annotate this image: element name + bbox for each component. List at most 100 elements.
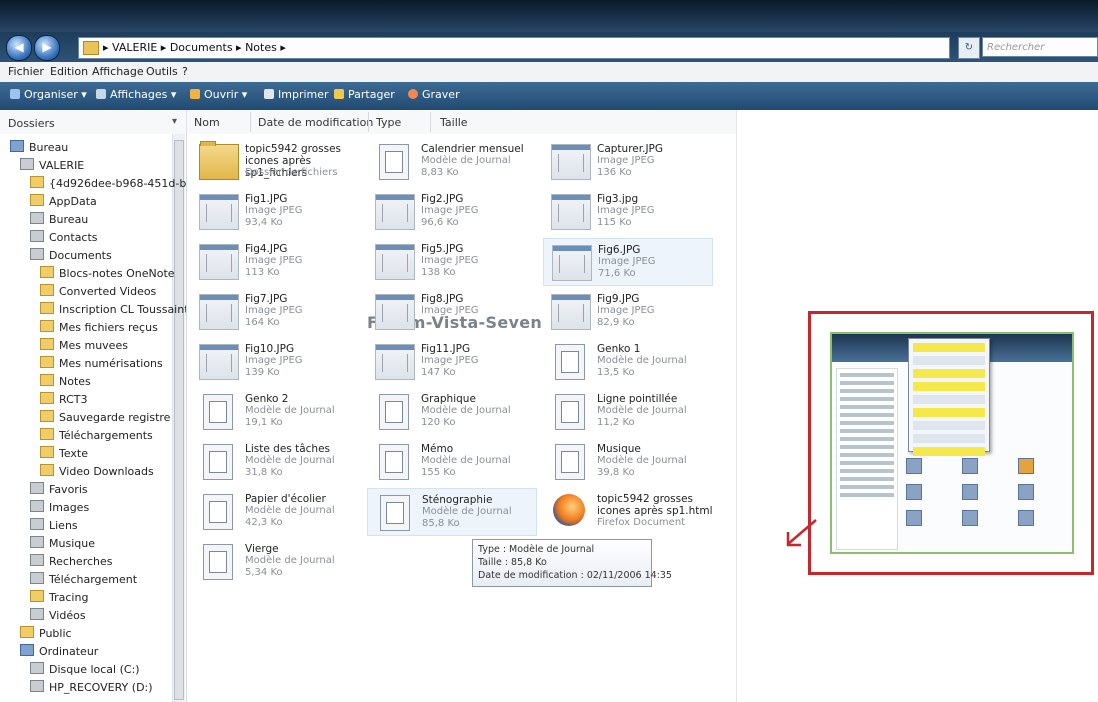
menu-help[interactable]: ? [182,65,188,78]
tree-item[interactable]: RCT3 [40,392,88,410]
folders-header[interactable]: Dossiers ▾ [0,110,187,134]
chevron-down-icon[interactable]: ▾ [172,116,177,127]
forward-icon[interactable]: ▶ [34,35,60,61]
file-item[interactable]: Genko 1 Modèle de Journal 13,5 Ko [543,338,713,386]
tree-item[interactable]: Documents [30,248,112,266]
file-item[interactable]: Vierge Modèle de Journal 5,34 Ko [191,538,361,586]
file-item[interactable]: Fig11.JPG Image JPEG 147 Ko [367,338,537,386]
image-thumbnail-icon [199,194,239,230]
address-field[interactable]: ▸ VALERIE ▸ Documents ▸ Notes ▸ [78,37,950,59]
tree-item[interactable]: AppData [30,194,97,212]
tree-item[interactable]: Converted Videos [40,284,156,302]
file-item[interactable]: Sténographie Modèle de Journal 85,8 Ko [367,488,537,536]
tree-item[interactable]: Téléchargements [40,428,153,446]
scroll-thumb[interactable] [174,140,184,700]
folder-icon [40,428,54,440]
file-item[interactable]: Fig2.JPG Image JPEG 96,6 Ko [367,188,537,236]
file-item[interactable]: Musique Modèle de Journal 39,8 Ko [543,438,713,486]
affichages-button[interactable]: Affichages ▾ [96,88,176,101]
file-item[interactable]: Fig9.JPG Image JPEG 82,9 Ko [543,288,713,336]
file-item[interactable]: Fig7.JPG Image JPEG 164 Ko [191,288,361,336]
graver-button[interactable]: Graver [408,88,460,101]
tree-scrollbar[interactable] [172,134,185,702]
file-item[interactable]: Fig1.JPG Image JPEG 93,4 Ko [191,188,361,236]
tree-item[interactable]: Public [20,626,72,644]
file-item[interactable]: Genko 2 Modèle de Journal 19,1 Ko [191,388,361,436]
tree-item[interactable]: HP_RECOVERY (D:) [30,680,153,698]
folder-tree[interactable]: Bureau VALERIE {4d926dee-b968-451d-bd2 AppD… [0,134,187,702]
tree-item[interactable]: Bureau [10,140,68,158]
imprimer-button[interactable]: Imprimer [264,88,329,101]
file-item[interactable]: Fig6.JPG Image JPEG 71,6 Ko [543,238,713,286]
breadcrumb-item[interactable]: Documents [170,41,233,54]
file-item[interactable]: Fig10.JPG Image JPEG 139 Ko [191,338,361,386]
tree-item[interactable]: Video Downloads [40,464,154,482]
tree-item[interactable]: Favoris [30,482,88,500]
tree-item[interactable]: Vidéos [30,608,86,626]
column-date[interactable]: Date de modification [258,116,373,129]
tree-item[interactable]: Notes [40,374,91,392]
tree-item[interactable]: Mes fichiers reçus [40,320,158,338]
tree-item-label: Images [49,501,90,514]
partager-button[interactable]: Partager [334,88,395,101]
folder-icon [30,608,44,620]
file-item[interactable]: Calendrier mensuel Modèle de Journal 8,83 … [367,138,537,186]
file-item[interactable]: Fig8.JPG Image JPEG [367,288,537,336]
file-item[interactable]: Mémo Modèle de Journal 155 Ko [367,438,537,486]
tree-item[interactable]: Inscription CL Toussaint [40,302,187,320]
tree-item[interactable]: Contacts [30,230,98,248]
menu-fichier[interactable]: Fichier [8,65,44,78]
tree-item[interactable]: Téléchargement [30,572,137,590]
file-size: 13,5 Ko [597,367,635,378]
organiser-button[interactable]: Organiser ▾ [10,88,87,101]
file-size: 96,6 Ko [421,217,459,228]
tree-item[interactable]: Bureau [30,212,88,230]
file-item[interactable]: Ligne pointillée Modèle de Journal 11,2 Ko [543,388,713,436]
column-nom[interactable]: Nom [194,116,220,129]
file-item[interactable]: Fig4.JPG Image JPEG 113 Ko [191,238,361,286]
file-item[interactable]: Fig5.JPG Image JPEG 138 Ko [367,238,537,286]
tree-item[interactable]: Recherches [30,554,113,572]
tree-item-label: Video Downloads [59,465,154,478]
views-icon [96,89,106,99]
refresh-icon[interactable]: ↻ [958,37,980,59]
file-item[interactable]: topic5942 grosses icones après sp1_fichi… [191,138,361,186]
menu-affichage[interactable]: Affichage [92,65,144,78]
file-type: Modèle de Journal [597,405,687,416]
tree-item-label: Blocs-notes OneNote [59,267,175,280]
tree-item-label: Inscription CL Toussaint [59,303,187,316]
tree-item[interactable]: Sauvegarde registre [40,410,170,428]
tree-item[interactable]: VALERIE [20,158,84,176]
tree-item[interactable]: {4d926dee-b968-451d-bd2 [30,176,186,194]
menu-outils[interactable]: Outils [146,65,178,78]
file-item[interactable]: Graphique Modèle de Journal 120 Ko [367,388,537,436]
file-item[interactable]: Fig3.jpg Image JPEG 115 Ko [543,188,713,236]
folder-icon [40,284,54,296]
back-icon[interactable]: ◀ [6,35,32,61]
menu-edition[interactable]: Edition [50,65,88,78]
file-item[interactable]: topic5942 grosses icones après sp1.html F… [543,488,713,536]
tree-item[interactable]: Texte [40,446,88,464]
tree-item[interactable]: Musique [30,536,95,554]
image-thumbnail-icon [375,344,415,380]
column-taille[interactable]: Taille [440,116,468,129]
tree-item[interactable]: Tracing [30,590,88,608]
tree-item-label: Mes numérisations [59,357,163,370]
file-item[interactable]: Papier d'écolier Modèle de Journal 42,3 Ko [191,488,361,536]
tree-item[interactable]: Images [30,500,89,518]
tree-item[interactable]: Blocs-notes OneNote [40,266,175,284]
tree-item[interactable]: Mes muvees [40,338,128,356]
file-item[interactable]: Liste des tâches Modèle de Journal 31,8 Ko [191,438,361,486]
column-type[interactable]: Type [376,116,401,129]
printer-icon [264,89,274,99]
folder-icon [20,158,34,170]
ouvrir-button[interactable]: Ouvrir ▾ [190,88,247,101]
breadcrumb-item[interactable]: Notes [245,41,277,54]
file-item[interactable]: Capturer.JPG Image JPEG 136 Ko [543,138,713,186]
tree-item[interactable]: Ordinateur [20,644,98,662]
tree-item[interactable]: Liens [30,518,78,536]
tree-item[interactable]: Mes numérisations [40,356,163,374]
breadcrumb-item[interactable]: VALERIE [112,41,157,54]
tree-item[interactable]: Disque local (C:) [30,662,140,680]
search-input[interactable]: Rechercher [982,37,1098,57]
